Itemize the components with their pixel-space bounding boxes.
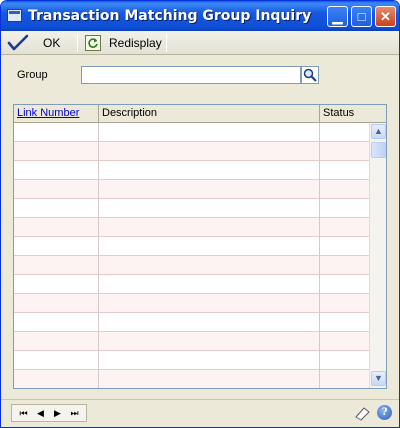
minimize-icon: ▁ bbox=[332, 9, 343, 24]
next-record-icon[interactable]: ▶ bbox=[51, 408, 65, 419]
table-cell[interactable] bbox=[320, 218, 369, 237]
vertical-scrollbar[interactable]: ▲ ▼ bbox=[369, 123, 386, 388]
table-cell[interactable] bbox=[99, 142, 320, 161]
window-title: Transaction Matching Group Inquiry bbox=[28, 8, 312, 24]
table-row[interactable] bbox=[14, 351, 369, 370]
table-cell[interactable] bbox=[99, 294, 320, 313]
grid-header: Link Number Description Status bbox=[14, 105, 386, 123]
redisplay-label: Redisplay bbox=[109, 36, 162, 50]
close-button[interactable]: ✕ bbox=[375, 6, 396, 27]
table-cell[interactable] bbox=[14, 142, 99, 161]
table-cell[interactable] bbox=[99, 351, 320, 370]
column-header-link-number[interactable]: Link Number bbox=[14, 105, 99, 123]
table-cell[interactable] bbox=[99, 332, 320, 351]
record-navigator: ⏮ ◀ ▶ ⏭ bbox=[11, 404, 87, 422]
group-input[interactable] bbox=[81, 66, 301, 84]
scroll-up-button[interactable]: ▲ bbox=[371, 124, 386, 139]
table-cell[interactable] bbox=[320, 313, 369, 332]
table-cell[interactable] bbox=[99, 313, 320, 332]
note-icon[interactable] bbox=[353, 405, 371, 421]
table-cell[interactable] bbox=[320, 180, 369, 199]
table-cell[interactable] bbox=[320, 123, 369, 142]
table-cell[interactable] bbox=[14, 351, 99, 370]
table-row[interactable] bbox=[14, 199, 369, 218]
table-cell[interactable] bbox=[14, 256, 99, 275]
table-cell[interactable] bbox=[320, 332, 369, 351]
scroll-down-button[interactable]: ▼ bbox=[371, 371, 386, 386]
table-row[interactable] bbox=[14, 370, 369, 388]
close-icon: ✕ bbox=[380, 9, 391, 24]
first-record-icon[interactable]: ⏮ bbox=[17, 408, 31, 419]
ok-label: OK bbox=[43, 36, 61, 50]
table-row[interactable] bbox=[14, 237, 369, 256]
table-row[interactable] bbox=[14, 275, 369, 294]
table-row[interactable] bbox=[14, 218, 369, 237]
table-row[interactable] bbox=[14, 294, 369, 313]
table-cell[interactable] bbox=[320, 237, 369, 256]
table-cell[interactable] bbox=[99, 237, 320, 256]
grid-rows bbox=[14, 123, 369, 388]
column-header-description: Description bbox=[99, 105, 320, 123]
toolbar: OK Redisplay bbox=[1, 31, 399, 55]
table-cell[interactable] bbox=[14, 275, 99, 294]
group-label: Group bbox=[17, 69, 48, 81]
refresh-icon bbox=[85, 35, 101, 51]
table-cell[interactable] bbox=[99, 370, 320, 388]
table-cell[interactable] bbox=[14, 199, 99, 218]
group-lookup-button[interactable] bbox=[301, 66, 319, 84]
table-cell[interactable] bbox=[99, 275, 320, 294]
table-cell[interactable] bbox=[99, 123, 320, 142]
table-cell[interactable] bbox=[320, 370, 369, 388]
magnifier-icon bbox=[303, 68, 317, 82]
table-row[interactable] bbox=[14, 313, 369, 332]
table-cell[interactable] bbox=[14, 332, 99, 351]
table-row[interactable] bbox=[14, 161, 369, 180]
table-cell[interactable] bbox=[14, 123, 99, 142]
table-row[interactable] bbox=[14, 332, 369, 351]
last-record-icon[interactable]: ⏭ bbox=[68, 408, 82, 419]
help-icon[interactable]: ? bbox=[377, 405, 392, 420]
window-icon bbox=[7, 9, 22, 22]
minimize-button[interactable]: ▁ bbox=[327, 6, 348, 27]
toolbar-separator bbox=[166, 34, 167, 52]
table-row[interactable] bbox=[14, 256, 369, 275]
chevron-up-icon: ▲ bbox=[374, 126, 383, 136]
app-window: Transaction Matching Group Inquiry ▁ □ ✕… bbox=[0, 0, 400, 428]
table-cell[interactable] bbox=[320, 275, 369, 294]
table-cell[interactable] bbox=[14, 294, 99, 313]
table-cell[interactable] bbox=[14, 237, 99, 256]
table-row[interactable] bbox=[14, 180, 369, 199]
table-cell[interactable] bbox=[14, 218, 99, 237]
table-cell[interactable] bbox=[99, 199, 320, 218]
table-cell[interactable] bbox=[14, 161, 99, 180]
table-cell[interactable] bbox=[14, 180, 99, 199]
maximize-icon: □ bbox=[357, 9, 366, 24]
table-row[interactable] bbox=[14, 123, 369, 142]
table-cell[interactable] bbox=[320, 199, 369, 218]
table-cell[interactable] bbox=[14, 370, 99, 388]
table-cell[interactable] bbox=[99, 256, 320, 275]
table-cell[interactable] bbox=[99, 161, 320, 180]
bottom-divider bbox=[1, 399, 399, 400]
redisplay-button[interactable]: Redisplay bbox=[85, 33, 162, 53]
title-bar[interactable]: Transaction Matching Group Inquiry ▁ □ ✕ bbox=[1, 1, 399, 31]
toolbar-separator bbox=[77, 34, 78, 52]
table-cell[interactable] bbox=[320, 256, 369, 275]
table-row[interactable] bbox=[14, 142, 369, 161]
matching-group-grid: Link Number Description Status ▲ ▼ bbox=[13, 104, 387, 389]
column-header-status: Status bbox=[323, 107, 355, 119]
scroll-thumb[interactable] bbox=[371, 142, 386, 158]
checkmark-icon bbox=[7, 34, 29, 51]
table-cell[interactable] bbox=[320, 294, 369, 313]
table-cell[interactable] bbox=[320, 351, 369, 370]
previous-record-icon[interactable]: ◀ bbox=[34, 408, 48, 419]
table-cell[interactable] bbox=[320, 142, 369, 161]
ok-button[interactable]: OK bbox=[7, 33, 60, 53]
maximize-button[interactable]: □ bbox=[351, 6, 372, 27]
table-cell[interactable] bbox=[99, 180, 320, 199]
table-cell[interactable] bbox=[99, 218, 320, 237]
table-cell[interactable] bbox=[14, 313, 99, 332]
chevron-down-icon: ▼ bbox=[374, 373, 383, 383]
table-cell[interactable] bbox=[320, 161, 369, 180]
